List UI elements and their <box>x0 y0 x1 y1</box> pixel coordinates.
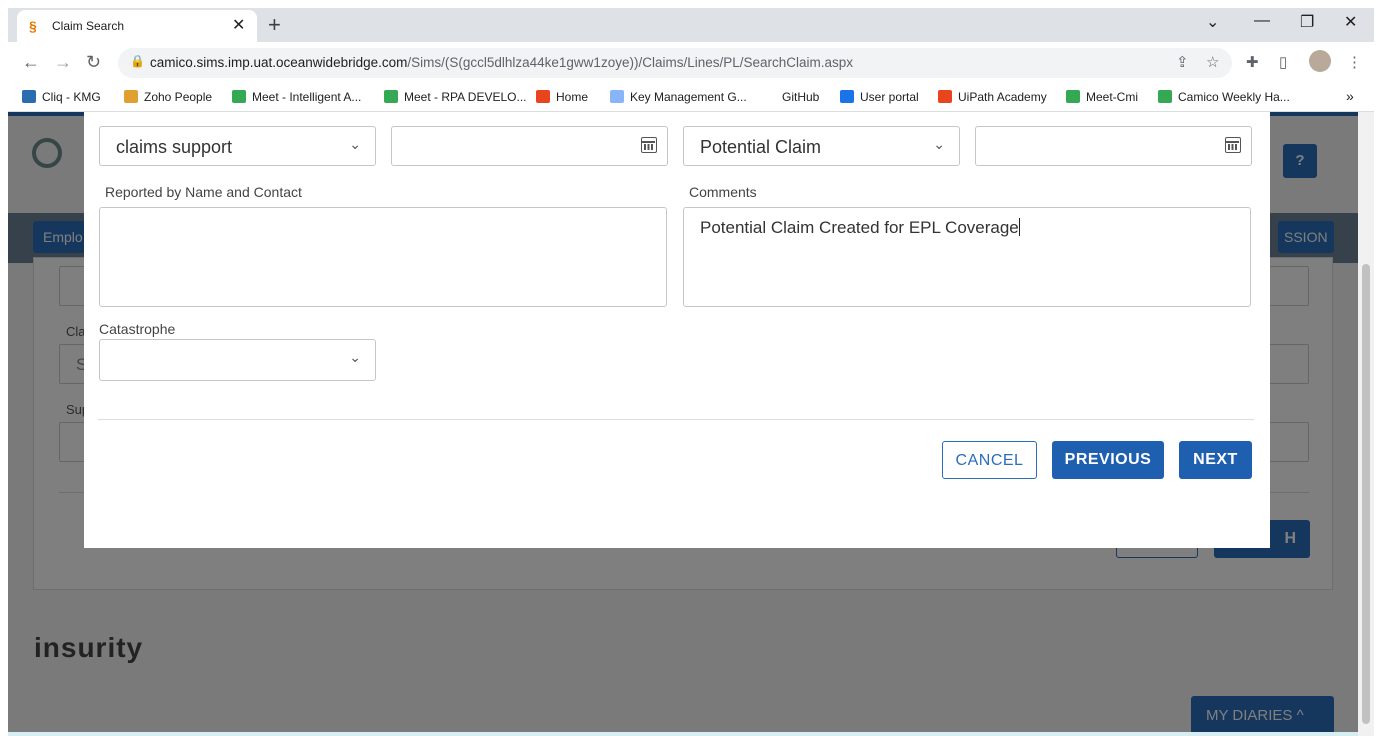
bookmarks-bar: Cliq - KMG Zoho People Meet - Intelligen… <box>8 84 1374 112</box>
assigned-to-select[interactable]: claims support ⌄ <box>99 126 376 166</box>
bookmark-item[interactable]: Meet - Intelligent A... <box>232 90 361 104</box>
chevron-down-icon: ⌄ <box>349 349 361 365</box>
reported-by-label: Reported by Name and Contact <box>105 184 302 200</box>
modal-divider <box>98 419 1254 420</box>
calendar-icon[interactable] <box>1225 137 1241 153</box>
menu-kebab-icon[interactable]: ⋮ <box>1347 53 1362 71</box>
bookmark-favicon-icon <box>1158 90 1172 103</box>
bookmark-item[interactable]: Meet - RPA DEVELO... <box>384 90 526 104</box>
reload-icon[interactable]: ↻ <box>86 52 101 73</box>
bookmark-item[interactable]: GitHub <box>762 90 819 104</box>
chevron-down-icon: ⌄ <box>933 136 945 152</box>
browser-window: § Claim Search ✕ + ⌄ — ❐ ✕ ← → ↻ 🔒 camic… <box>8 8 1374 736</box>
catastrophe-select[interactable]: ⌄ <box>99 339 376 381</box>
catastrophe-label: Catastrophe <box>99 321 176 337</box>
next-button[interactable]: NEXT <box>1179 441 1252 479</box>
back-icon[interactable]: ← <box>22 52 40 73</box>
assigned-to-value: claims support <box>116 137 233 157</box>
bookmark-item[interactable]: Cliq - KMG <box>22 90 101 104</box>
tab-bar: § Claim Search ✕ + ⌄ — ❐ ✕ <box>8 8 1374 42</box>
comments-textarea[interactable]: Potential Claim Created for EPL Coverage <box>683 207 1251 307</box>
bookmark-star-icon[interactable]: ☆ <box>1206 53 1219 71</box>
chevron-down-icon: ⌄ <box>349 136 361 152</box>
url-text[interactable]: camico.sims.imp.uat.oceanwidebridge.com/… <box>150 55 853 70</box>
bookmark-label: Cliq - KMG <box>42 90 101 104</box>
minimize-icon[interactable]: — <box>1254 12 1270 30</box>
side-panel-icon[interactable]: ▯ <box>1279 53 1287 71</box>
browser-toolbar: ← → ↻ 🔒 camico.sims.imp.uat.oceanwidebri… <box>8 42 1374 84</box>
profile-avatar[interactable] <box>1309 50 1331 72</box>
lock-icon: 🔒 <box>130 54 145 68</box>
calendar-icon[interactable] <box>641 137 657 153</box>
bookmark-label: GitHub <box>782 90 820 104</box>
claim-type-select[interactable]: Potential Claim ⌄ <box>683 126 960 166</box>
claim-modal: claims support ⌄ Potential Claim ⌄ Repor… <box>84 112 1270 548</box>
bookmark-item[interactable]: Home <box>536 90 588 104</box>
bookmark-label: Camico Weekly Ha... <box>1178 90 1290 104</box>
restore-icon[interactable]: ❐ <box>1300 12 1314 32</box>
bookmark-label: Meet - RPA DEVELO... <box>404 90 527 104</box>
url-path: /Sims/(S(gccl5dlhlza44ke1gww1zoye))/Clai… <box>407 55 854 70</box>
bookmark-label: Key Management G... <box>630 90 747 104</box>
bookmark-favicon-icon <box>610 90 624 103</box>
tab-close-icon[interactable]: ✕ <box>232 15 245 35</box>
bookmark-favicon-icon <box>232 90 246 103</box>
close-window-icon[interactable]: ✕ <box>1344 12 1357 32</box>
share-icon[interactable]: ⇪ <box>1176 53 1189 71</box>
reported-by-textarea[interactable] <box>99 207 667 307</box>
bookmark-item[interactable]: User portal <box>840 90 919 104</box>
extensions-icon[interactable]: ✚ <box>1246 53 1259 71</box>
comments-label: Comments <box>689 184 757 200</box>
page-content: ? Emplo SSION Cla S Sup H insurity MY DI… <box>8 112 1374 736</box>
cancel-button[interactable]: CANCEL <box>942 441 1037 479</box>
tab-title: Claim Search <box>52 19 125 33</box>
page-scrollbar-thumb[interactable] <box>1362 264 1370 724</box>
new-tab-button[interactable]: + <box>268 12 281 38</box>
bookmark-label: Meet - Intelligent A... <box>252 90 362 104</box>
bookmark-item[interactable]: Camico Weekly Ha... <box>1158 90 1290 104</box>
forward-icon[interactable]: → <box>54 52 72 73</box>
bookmark-favicon-icon <box>124 90 138 103</box>
tab-search-chevron-icon[interactable]: ⌄ <box>1206 12 1219 32</box>
bookmark-favicon-icon <box>938 90 952 103</box>
bookmark-favicon-icon <box>1066 90 1080 103</box>
bookmark-favicon-icon <box>840 90 854 103</box>
page-scrollbar[interactable] <box>1358 112 1374 736</box>
bookmark-label: Zoho People <box>144 90 213 104</box>
url-host: camico.sims.imp.uat.oceanwidebridge.com <box>150 55 408 70</box>
bookmark-item[interactable]: Meet-Cmi <box>1066 90 1138 104</box>
bookmark-favicon-icon <box>22 90 36 103</box>
bookmarks-more-icon[interactable]: » <box>1346 88 1354 104</box>
bookmark-label: UiPath Academy <box>958 90 1047 104</box>
bookmark-label: Meet-Cmi <box>1086 90 1139 104</box>
bookmark-item[interactable]: Zoho People <box>124 90 212 104</box>
bookmark-label: User portal <box>860 90 919 104</box>
address-bar[interactable]: 🔒 camico.sims.imp.uat.oceanwidebridge.co… <box>118 48 1232 78</box>
tab-claim-search[interactable]: § Claim Search ✕ <box>17 10 257 42</box>
previous-button[interactable]: PREVIOUS <box>1052 441 1164 479</box>
bookmark-item[interactable]: Key Management G... <box>610 90 747 104</box>
comments-value: Potential Claim Created for EPL Coverage <box>700 218 1019 237</box>
bookmark-favicon-icon <box>384 90 398 103</box>
date-field-2[interactable] <box>975 126 1252 166</box>
camico-favicon-icon: § <box>29 18 37 34</box>
bookmark-item[interactable]: UiPath Academy <box>938 90 1047 104</box>
date-field-1[interactable] <box>391 126 668 166</box>
bookmark-favicon-icon <box>762 90 776 103</box>
claim-type-value: Potential Claim <box>700 137 822 157</box>
bookmark-favicon-icon <box>536 90 550 103</box>
bottom-strip <box>8 732 1374 736</box>
bookmark-label: Home <box>556 90 589 104</box>
